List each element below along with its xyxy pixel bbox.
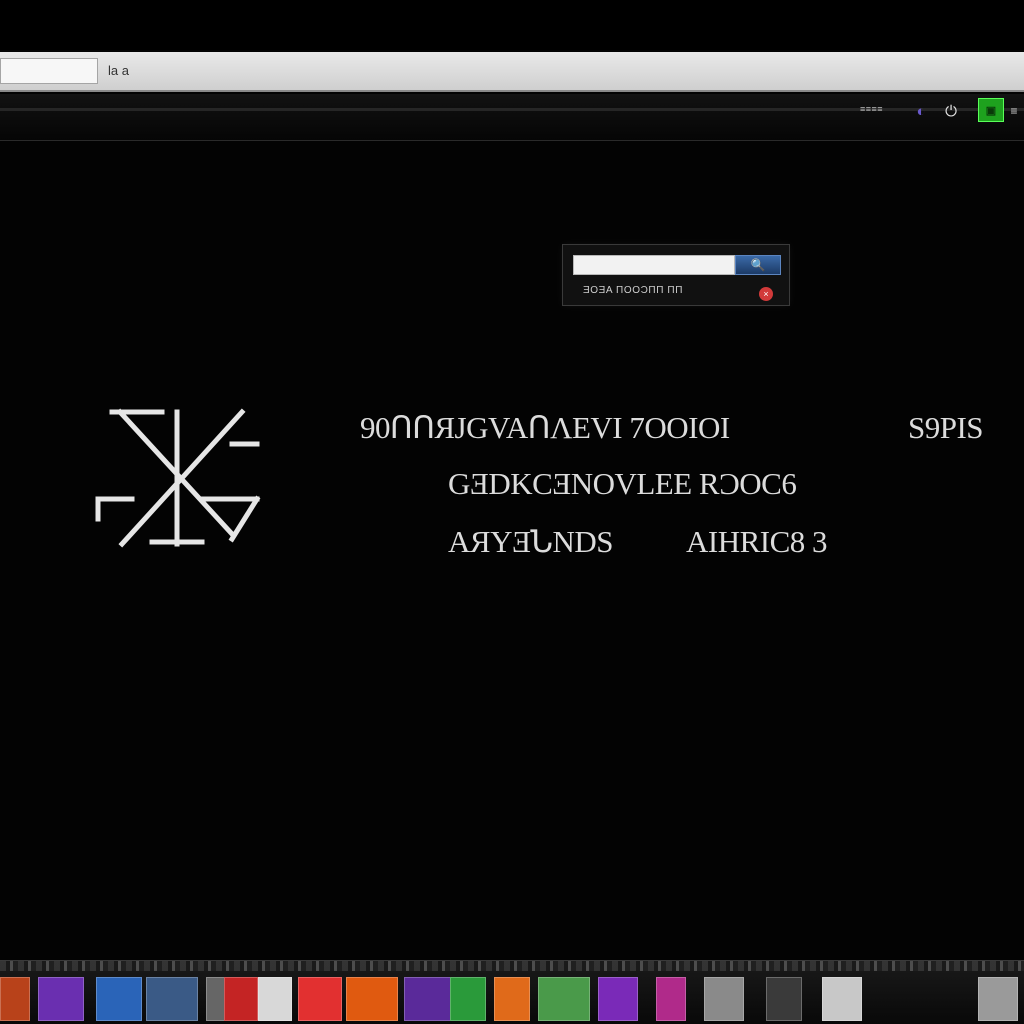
taskbar-app-disc-icon[interactable] (766, 977, 802, 1021)
taskbar-app-orange-icon[interactable] (0, 977, 30, 1021)
logo (95, 408, 261, 548)
taskbar-app-colorful-icon[interactable] (538, 977, 590, 1021)
splash-line-1-suffix: S9PIS (908, 410, 984, 445)
screen: la a ≡≡≡≡ ◐ ⏻ ▣ ≡ 🔍 ƎOƎA ΠОOƆΠΠ ΠΠ × 90Ո… (0, 0, 1024, 1024)
taskbar-app-camera-icon[interactable] (704, 977, 744, 1021)
moon-icon[interactable]: ◐ (910, 100, 932, 122)
taskbar (0, 960, 1024, 1024)
toolbar-label: ≡≡≡≡ (860, 104, 884, 114)
taskbar-app-grid-icon[interactable] (258, 977, 292, 1021)
splash-line-3-suffix: AIHRIC8 3 (686, 524, 828, 559)
address-bar: la a (0, 52, 1024, 92)
taskbar-app-multicolor-icon[interactable] (346, 977, 398, 1021)
address-text[interactable]: la a (108, 60, 129, 82)
status-green-icon[interactable]: ▣ (978, 98, 1004, 122)
taskbar-app-blue-icon[interactable] (96, 977, 142, 1021)
search-input[interactable] (573, 255, 735, 275)
search-button[interactable]: 🔍 (735, 255, 781, 275)
taskbar-app-pink-icon[interactable] (656, 977, 686, 1021)
menu-bars-icon[interactable]: ≡ (1006, 100, 1022, 122)
taskbar-app-preview-icon[interactable] (822, 977, 862, 1021)
close-icon[interactable]: × (759, 287, 773, 301)
search-widget: 🔍 ƎOƎA ΠОOƆΠΠ ΠΠ × (562, 244, 790, 306)
search-meta-text: ƎOƎA ΠОOƆΠΠ ΠΠ (583, 285, 684, 296)
taskbar-app-purple-icon[interactable] (38, 977, 84, 1021)
toolbar (0, 94, 1024, 141)
taskbar-app-purple-2-icon[interactable] (598, 977, 638, 1021)
taskbar-app-red-icon[interactable] (298, 977, 342, 1021)
splash-line-3: AЯYƎՆNDS (448, 524, 614, 559)
taskbar-strip (0, 961, 1024, 971)
power-icon[interactable]: ⏻ (940, 100, 962, 122)
top-bezel (0, 0, 1024, 50)
address-field[interactable] (0, 58, 98, 84)
search-icon: 🔍 (750, 258, 766, 272)
taskbar-app-orange-bar-icon[interactable] (494, 977, 530, 1021)
splash-line-1: 90ՈՈЯЈGVAՈΛEVI 7OOIOI (360, 410, 730, 445)
taskbar-app-red-doc-icon[interactable] (224, 977, 258, 1021)
taskbar-app-green-icon[interactable] (450, 977, 486, 1021)
splash-line-2: GƎDKCƎNOVLEE RƆOC6 (448, 466, 797, 501)
taskbar-app-violet-icon[interactable] (404, 977, 452, 1021)
logo-stroke (228, 495, 261, 543)
taskbar-app-trash-icon[interactable] (978, 977, 1018, 1021)
taskbar-app-photo-icon[interactable] (146, 977, 198, 1021)
